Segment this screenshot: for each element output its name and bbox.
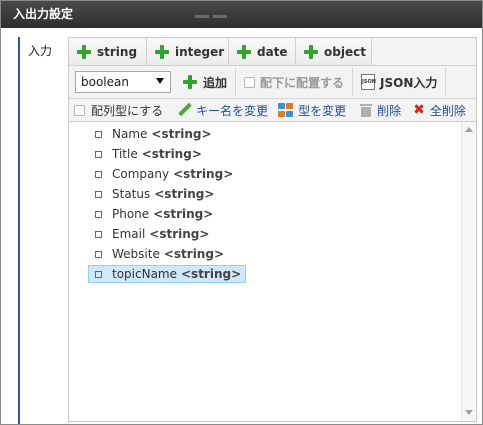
swap-icon (278, 103, 294, 117)
title-bar[interactable]: 入出力設定 (1, 1, 482, 45)
add-string-button[interactable]: string (69, 38, 147, 66)
tree-node-type: <string> (163, 247, 224, 261)
place-under-checkbox[interactable] (244, 76, 256, 88)
tree-node-name: Status (112, 187, 151, 201)
dialog-window: 入出力設定 入力 string integer date object bool… (0, 0, 483, 425)
add-date-button[interactable]: date (229, 38, 296, 66)
tree-node[interactable]: Status <string> (95, 185, 218, 203)
plus-icon (155, 44, 169, 59)
tree-node-type: <string> (151, 127, 212, 141)
tree-node[interactable]: Website <string> (95, 245, 228, 263)
window-title: 入出力設定 (13, 7, 74, 21)
chevron-down-icon (156, 78, 164, 84)
delete-all-label: 全削除 (429, 103, 466, 118)
delete-all-action[interactable]: ✖ 全削除 (413, 102, 466, 119)
json-input-label: JSON入力 (380, 75, 438, 90)
rename-key-action[interactable]: キー名を変更 (177, 102, 268, 119)
type-button-bar: string integer date object (69, 38, 476, 66)
tree-node-icon (95, 210, 102, 218)
tree-node-type: <string> (149, 227, 210, 241)
scroll-down-arrow-icon[interactable] (465, 410, 473, 415)
tree-node-type: <string> (154, 187, 215, 201)
vertical-scrollbar[interactable] (461, 122, 476, 421)
tree-node[interactable]: Phone <string> (95, 205, 217, 223)
add-integer-button[interactable]: integer (147, 38, 229, 66)
add-string-label: string (97, 44, 138, 59)
place-under-label: 配下に配置する (260, 75, 345, 90)
tree-node-name: Website (112, 247, 160, 261)
tree-node[interactable]: Company <string> (95, 165, 237, 183)
change-type-action[interactable]: 型を変更 (278, 102, 346, 119)
tree-node-icon (95, 250, 102, 258)
change-type-label: 型を変更 (298, 103, 347, 118)
add-button-label: 追加 (203, 75, 228, 90)
delete-all-x-icon: ✖ (413, 102, 425, 118)
tree-node-icon (95, 170, 102, 178)
tree-node-type: <string> (181, 267, 242, 281)
json-file-icon: JSON (361, 74, 376, 90)
tree-node-icon (95, 270, 102, 278)
add-toolbar: boolean 追加 配下に配置する JSON JSON入力 (69, 66, 476, 99)
add-object-button[interactable]: object (296, 38, 372, 66)
input-field-label: 入力 (28, 44, 53, 58)
type-select[interactable]: boolean (75, 71, 171, 93)
add-object-label: object (324, 44, 366, 59)
array-type-label: 配列型にする (91, 103, 164, 118)
tree-node-name: Phone (112, 207, 150, 221)
tree-node-name: Email (112, 227, 146, 241)
array-type-checkbox[interactable] (74, 104, 85, 116)
add-integer-label: integer (175, 44, 225, 59)
tree-node-icon (95, 190, 102, 198)
delete-action[interactable]: 削除 (360, 102, 401, 119)
plus-icon (183, 75, 197, 89)
action-bar: 配列型にする キー名を変更 型を変更 削除 ✖ 全削除 (69, 99, 476, 121)
type-bar-filler (372, 38, 476, 66)
tree-node-name: Name (112, 127, 148, 141)
tree-node-name: Title (112, 147, 138, 161)
tree-node-icon (95, 230, 102, 238)
plus-icon (304, 44, 318, 59)
json-input-button[interactable]: JSON JSON入力 (353, 68, 447, 96)
array-type-toggle[interactable]: 配列型にする (74, 102, 163, 119)
tree-node-type: <string> (173, 167, 234, 181)
type-select-value: boolean (81, 75, 129, 89)
delete-label: 削除 (377, 103, 402, 118)
tree-node-name: Company (112, 167, 170, 181)
add-button[interactable]: 追加 (175, 68, 237, 96)
plus-icon (77, 44, 91, 59)
tree-node[interactable]: Title <string> (95, 145, 206, 163)
title-grip (195, 1, 243, 45)
tree-node-selected[interactable]: topicName <string> (88, 265, 247, 283)
schema-tree[interactable]: Name <string> Title <string> Company <st… (69, 121, 476, 421)
tree-node-type: <string> (141, 147, 202, 161)
trash-icon (360, 103, 373, 117)
tree-node-name: topicName (112, 267, 177, 281)
section-accent-line (18, 37, 20, 424)
tree-node-icon (95, 130, 102, 138)
pencil-icon (177, 103, 191, 117)
scroll-up-arrow-icon[interactable] (465, 127, 473, 132)
tree-node-type: <string> (153, 207, 214, 221)
tree-node-icon (95, 150, 102, 158)
rename-key-label: キー名を変更 (196, 103, 269, 118)
schema-editor-panel: string integer date object boolean 追加 配下… (68, 37, 477, 422)
tree-node[interactable]: Name <string> (95, 125, 216, 143)
add-date-label: date (257, 44, 288, 59)
place-under-toggle[interactable]: 配下に配置する (236, 68, 354, 96)
plus-icon (237, 44, 251, 59)
tree-node[interactable]: Email <string> (95, 225, 213, 243)
